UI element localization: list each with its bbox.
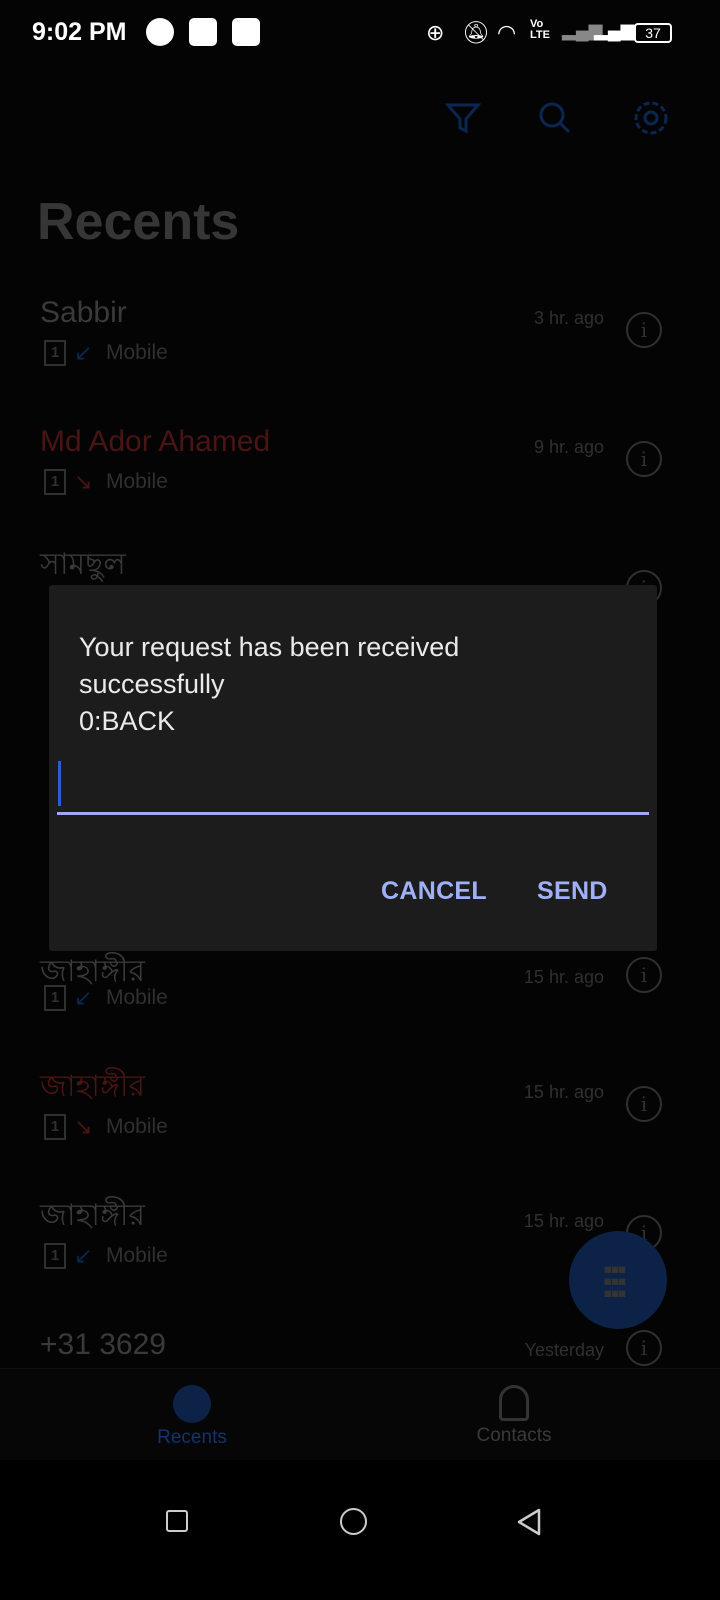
call-time: 3 hr. ago — [533, 308, 604, 328]
missed-call-icon: ↘ — [74, 469, 93, 494]
contact-name: Md Ador Ahamed — [40, 425, 271, 458]
sim-icon: 1 — [44, 985, 66, 1011]
call-log-row[interactable]: জাহাঙ্গীর 1 ↙ Mobile 15 hr. ago i — [0, 941, 720, 1070]
call-log-row[interactable]: Md Ador Ahamed 1 ↘ Mobile 9 hr. ago i — [0, 425, 720, 554]
contact-name: জাহাঙ্গীর — [40, 955, 145, 988]
notification-circle-icon — [146, 18, 174, 46]
call-time: 9 hr. ago — [533, 437, 604, 457]
call-type: Mobile — [106, 1244, 168, 1267]
bell-off-icon: 🔕︎ — [462, 20, 490, 45]
call-time: 15 hr. ago — [523, 1082, 604, 1102]
call-type: Mobile — [106, 470, 168, 493]
tab-recents[interactable]: Recents — [122, 1385, 262, 1449]
text-cursor — [58, 761, 61, 806]
dialpad-button[interactable]: ▪▪▪ ▪▪▪ ▪▪▪ — [569, 1231, 667, 1329]
contact-name: জাহাঙ্গীর — [40, 1070, 145, 1103]
status-bar: 9:02 PM ⊕ 🔕︎ ◠ Vo LTE ▂▄▆ ▂▄▆ 37 — [0, 0, 720, 64]
response-input[interactable] — [57, 761, 649, 815]
signal-2-icon: ▂▄▆ — [594, 20, 635, 40]
wifi-icon: ◠ — [497, 20, 517, 45]
tab-label: Contacts — [476, 1425, 552, 1446]
recent-apps-button[interactable] — [166, 1510, 188, 1532]
app-notification-icon — [232, 18, 260, 46]
sim-icon: 1 — [44, 469, 66, 495]
contact-name: Sabbir — [40, 296, 127, 329]
sim-icon: 1 — [44, 1243, 66, 1269]
filter-icon[interactable] — [443, 98, 483, 138]
sim-icon: 1 — [44, 340, 66, 366]
page-title: Recents — [37, 193, 240, 251]
incoming-call-icon: ↙ — [74, 340, 93, 365]
home-button[interactable] — [340, 1508, 367, 1535]
call-time: 15 hr. ago — [523, 967, 604, 987]
back-button[interactable] — [515, 1507, 543, 1537]
dialog-message: Your request has been received successfu… — [79, 632, 460, 736]
battery-icon: 37 — [634, 23, 672, 43]
cancel-button[interactable]: CANCEL — [381, 877, 487, 906]
settings-icon[interactable] — [631, 98, 671, 138]
data-saver-icon: ⊕ — [426, 20, 445, 45]
call-type: Mobile — [106, 341, 168, 364]
call-time: 15 hr. ago — [523, 1211, 604, 1231]
call-log-row[interactable]: +31 3629 Yesterday i — [0, 1328, 720, 1368]
dialpad-icon: ▪▪▪ ▪▪▪ ▪▪▪ — [603, 1254, 627, 1308]
tab-contacts[interactable]: Contacts — [444, 1385, 584, 1447]
info-icon[interactable]: i — [626, 1086, 662, 1122]
info-icon[interactable]: i — [626, 1330, 662, 1366]
call-type: Mobile — [106, 1115, 168, 1138]
volte-icon: Vo LTE — [530, 18, 550, 41]
incoming-call-icon: ↙ — [74, 985, 93, 1010]
call-log-row[interactable]: Sabbir 1 ↙ Mobile 3 hr. ago i — [0, 296, 720, 425]
battery-level: 37 — [645, 25, 661, 41]
incoming-call-icon: ↙ — [74, 1243, 93, 1268]
sim-icon: 1 — [44, 1114, 66, 1140]
call-type: Mobile — [106, 986, 168, 1009]
call-time: Yesterday — [524, 1340, 604, 1360]
ussd-dialog: Your request has been received successfu… — [49, 585, 657, 951]
status-time: 9:02 PM — [32, 18, 127, 46]
bottom-navigation: Recents Contacts — [0, 1368, 720, 1460]
send-button[interactable]: SEND — [537, 877, 608, 906]
info-icon[interactable]: i — [626, 441, 662, 477]
system-navigation-bar — [0, 1460, 720, 1600]
activity-icon — [189, 18, 217, 46]
info-icon[interactable]: i — [626, 957, 662, 993]
info-icon[interactable]: i — [626, 312, 662, 348]
contact-name: জাহাঙ্গীর — [40, 1199, 145, 1232]
call-log-row[interactable]: সামছুল i — [0, 548, 720, 606]
person-icon — [499, 1385, 529, 1421]
missed-call-icon: ↘ — [74, 1114, 93, 1139]
tab-label: Recents — [157, 1427, 227, 1448]
contact-name: +31 3629 — [40, 1328, 166, 1361]
contact-name: সামছুল — [40, 548, 126, 581]
search-icon[interactable] — [535, 98, 575, 138]
clock-icon — [173, 1385, 211, 1423]
call-log-row[interactable]: জাহাঙ্গীর 1 ↘ Mobile 15 hr. ago i — [0, 1070, 720, 1199]
